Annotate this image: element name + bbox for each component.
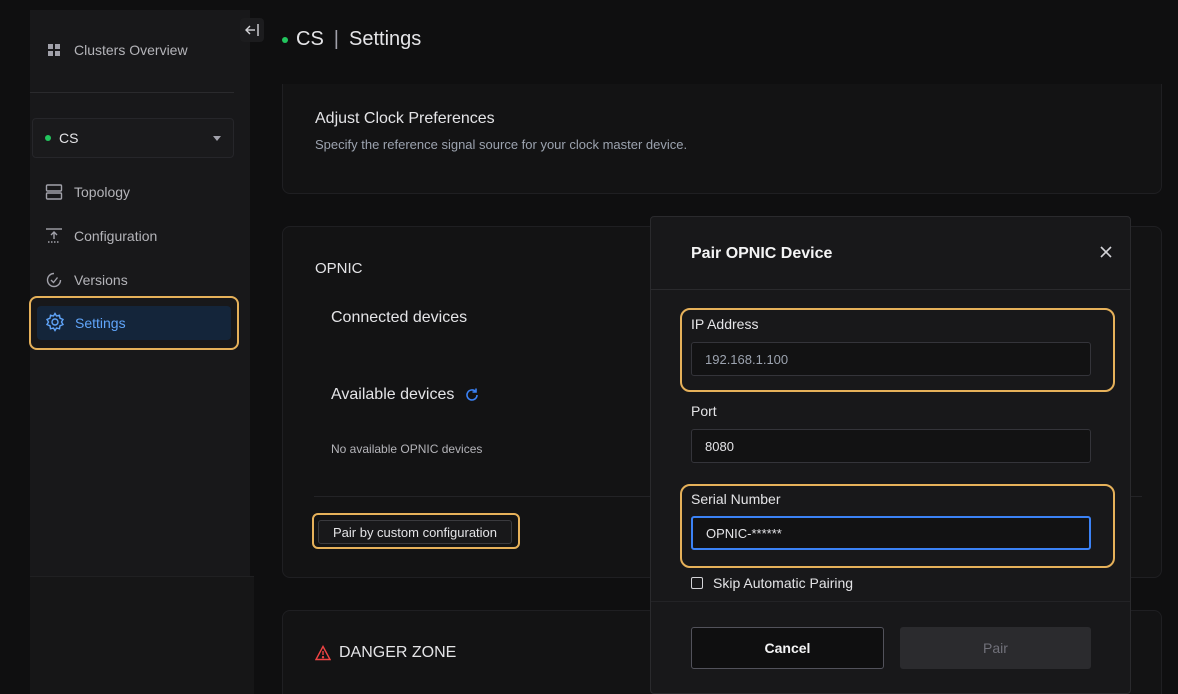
sidebar-item-label: Versions — [74, 272, 128, 288]
sidebar-divider — [30, 92, 234, 93]
dialog-footer-divider — [651, 601, 1130, 602]
skip-pairing-checkbox[interactable] — [691, 577, 703, 589]
skip-pairing-row[interactable]: Skip Automatic Pairing — [691, 575, 853, 591]
grid-icon — [44, 40, 64, 60]
clock-subtitle: Specify the reference signal source for … — [315, 137, 688, 152]
pair-custom-config-button[interactable]: Pair by custom configuration — [318, 520, 512, 544]
sidebar-item-settings[interactable]: Settings — [37, 306, 231, 340]
pair-button[interactable]: Pair — [900, 627, 1091, 669]
available-devices-heading: Available devices — [331, 386, 480, 404]
sidebar-item-label: Configuration — [74, 228, 158, 244]
clock-title: Adjust Clock Preferences — [315, 110, 495, 127]
sidebar-item-label: Topology — [74, 184, 131, 200]
sidebar-item-versions[interactable]: Versions — [44, 270, 128, 290]
port-label: Port — [691, 403, 717, 419]
ip-address-input[interactable]: 192.168.1.100 — [691, 342, 1091, 376]
serial-number-input[interactable]: OPNIC-****** — [691, 516, 1091, 550]
refresh-icon[interactable] — [464, 387, 480, 403]
ip-label: IP Address — [691, 316, 759, 332]
header-separator: | — [333, 28, 339, 50]
danger-zone-heading: DANGER ZONE — [315, 644, 456, 662]
sidebar-item-configuration[interactable]: Configuration — [44, 226, 157, 246]
sidebar-footer — [30, 576, 254, 694]
dialog-divider — [651, 289, 1130, 290]
serial-label: Serial Number — [691, 491, 781, 507]
dialog-title: Pair OPNIC Device — [691, 245, 833, 262]
status-dot — [282, 36, 288, 43]
page-title: Settings — [349, 28, 422, 50]
chevron-down-icon — [213, 135, 221, 141]
skip-pairing-label: Skip Automatic Pairing — [713, 575, 854, 591]
clusters-overview-link[interactable]: Clusters Overview — [44, 40, 188, 60]
available-devices-label: Available devices — [331, 386, 455, 403]
close-icon[interactable] — [1099, 243, 1113, 263]
pair-opnic-dialog: Pair OPNIC Device IP Address 192.168.1.1… — [650, 216, 1131, 694]
warning-icon — [315, 645, 331, 661]
upload-icon — [44, 226, 64, 246]
danger-zone-title: DANGER ZONE — [339, 644, 457, 661]
clock-check-icon — [44, 270, 64, 290]
no-devices-text: No available OPNIC devices — [331, 442, 483, 456]
layers-icon — [44, 182, 64, 202]
collapse-sidebar-button[interactable] — [240, 18, 264, 42]
cluster-name: CS — [59, 130, 79, 146]
pair-custom-highlight: Pair by custom configuration — [312, 513, 520, 549]
header-cluster-name: CS — [296, 28, 324, 50]
sidebar-item-label: Settings — [75, 315, 126, 331]
cancel-button[interactable]: Cancel — [691, 627, 884, 669]
connected-devices-label: Connected devices — [331, 309, 468, 326]
settings-highlight: Settings — [29, 296, 239, 350]
collapse-left-icon — [245, 24, 259, 36]
clusters-overview-label: Clusters Overview — [74, 42, 188, 58]
opnic-title: OPNIC — [315, 260, 363, 277]
page-header: CS | Settings — [282, 28, 421, 51]
sidebar-item-topology[interactable]: Topology — [44, 182, 130, 202]
status-dot — [45, 135, 51, 141]
cluster-select[interactable]: CS — [32, 118, 234, 158]
gear-icon — [45, 311, 65, 335]
port-input[interactable]: 8080 — [691, 429, 1091, 463]
